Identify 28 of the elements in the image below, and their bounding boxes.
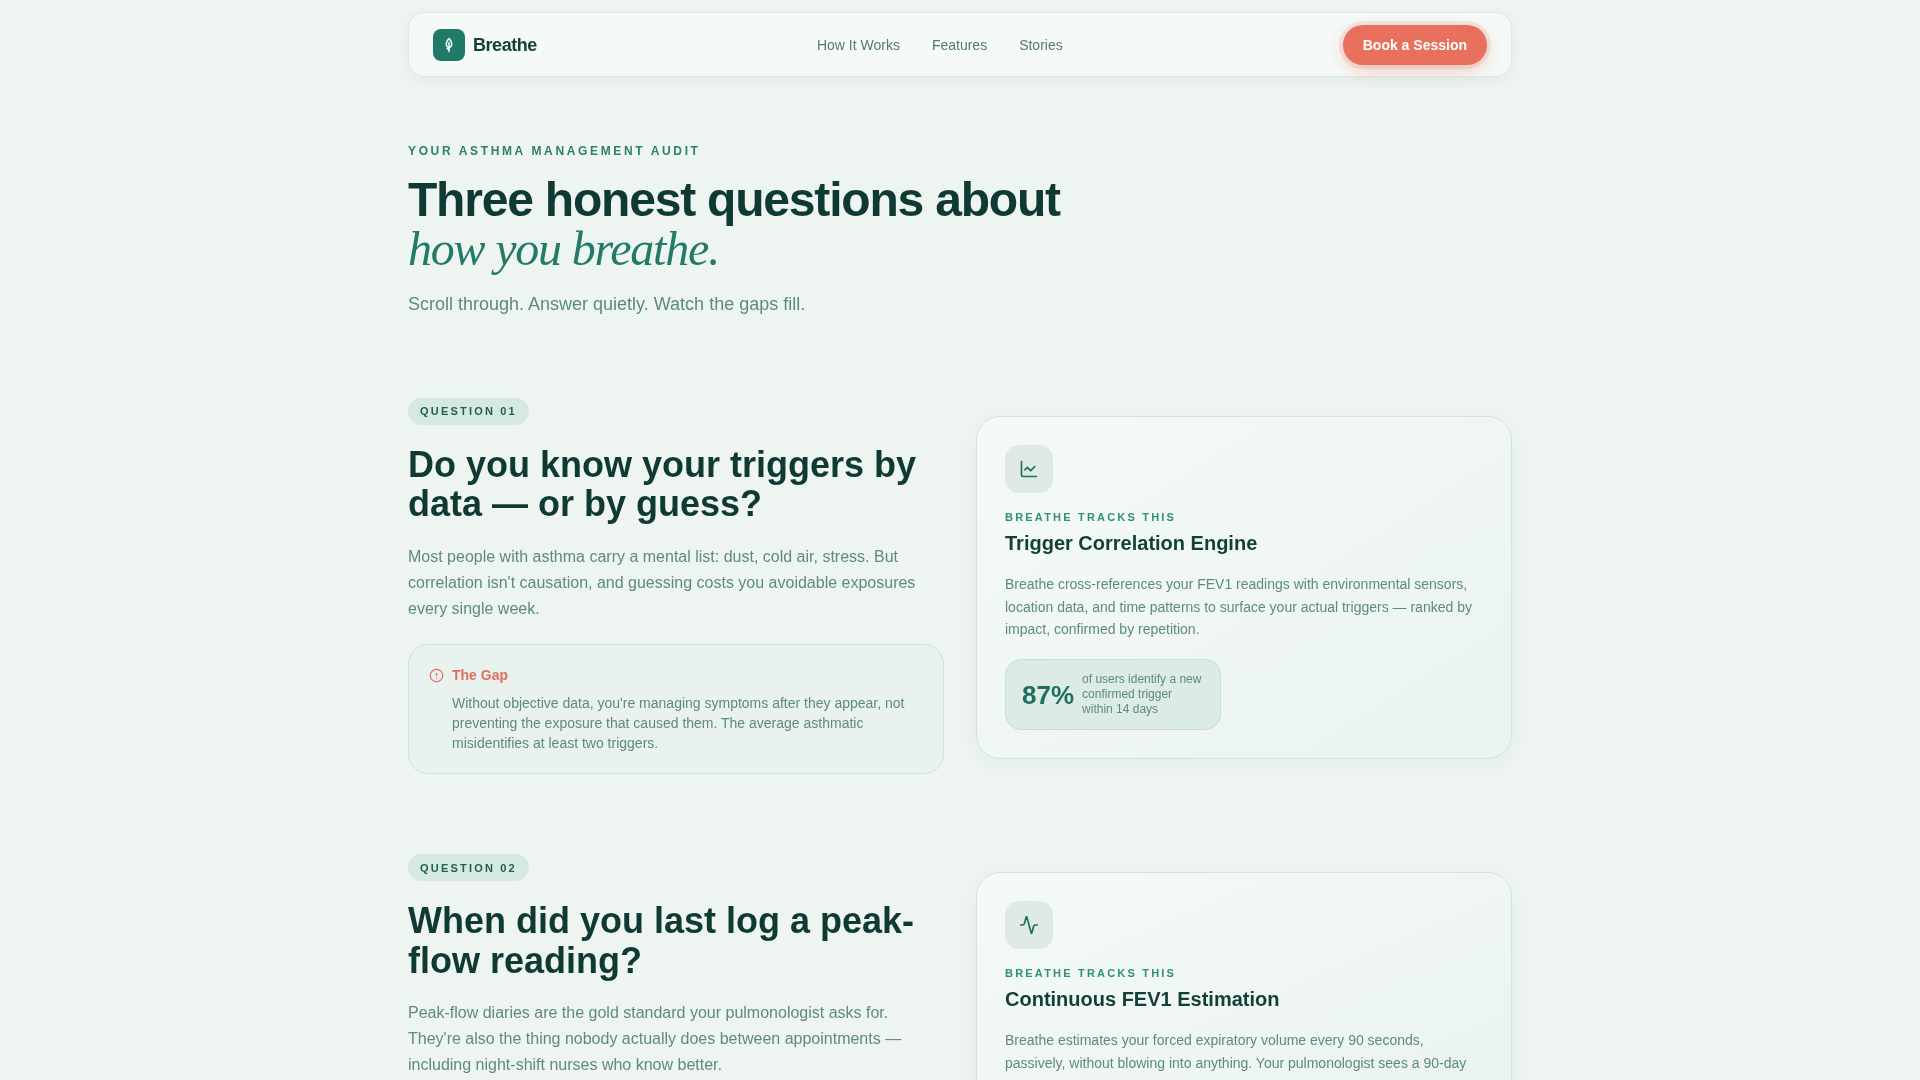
book-session-button[interactable]: Book a Session [1342,24,1487,65]
nav-link[interactable]: Stories [1019,34,1063,55]
pulse-icon [1005,901,1053,950]
hero-heading: Three honest questions about how you breathe. [408,175,1060,274]
question-text: Most people with asthma carry a mental list: dust, cold air, stress. But correlation isn't causation, and guessing costs you avoidable exposures every single week. [408,547,917,620]
callout-text: Without objective data, you're managing symptoms after they appear, not preventing the exposure that caused them. The average asthmatic misidentifies at least two triggers. [452,694,906,754]
brand-name: Breathe [473,33,537,57]
card-eyebrow: BREATHE TRACKS THIS [1005,509,1178,525]
question-heading: When did you last log a peak-flow reading? [408,901,916,981]
feature-title: Continuous FEV1 Estimation [1005,987,1281,1013]
callout-title: The Gap [452,666,509,686]
leaf-icon [433,28,465,61]
feature-description: Breathe cross-references your FEV1 readings with environmental sensors, location data, and time patterns to surface your actual triggers — ranked by impact, confirmed by repetition. [1005,574,1473,640]
eyebrow-text: YOUR ASTHMA MANAGEMENT AUDIT [408,143,702,159]
question-heading: Do you know your triggers by data — or by guess? [408,444,918,525]
hero-subtitle: Scroll through. Answer quietly. Watch the gaps fill. [408,292,807,316]
nav-link[interactable]: How It Works [816,34,900,55]
feature-description: Breathe estimates your forced expiratory volume every 90 seconds, passively, without blowing into anything. Your pulmonologist sees a 90-day [1005,1031,1468,1073]
stat-caption: of users identify a new confirmed trigger within 14 days [1082,672,1203,718]
question-badge: QUESTION 01 [408,397,529,425]
stat-value: 87% [1022,681,1075,708]
alert-icon [429,667,444,683]
feature-title: Trigger Correlation Engine [1005,530,1259,556]
nav-link[interactable]: Features [931,34,988,55]
line-chart-icon [1005,444,1053,493]
question-badge: QUESTION 02 [408,854,529,882]
question-text: Peak-flow diaries are the gold standard your pulmonologist asks for. They're also the thing nobody actually does between appointments — including night-shift nurses who know better. [408,1003,903,1076]
card-eyebrow: BREATHE TRACKS THIS [1005,966,1178,982]
